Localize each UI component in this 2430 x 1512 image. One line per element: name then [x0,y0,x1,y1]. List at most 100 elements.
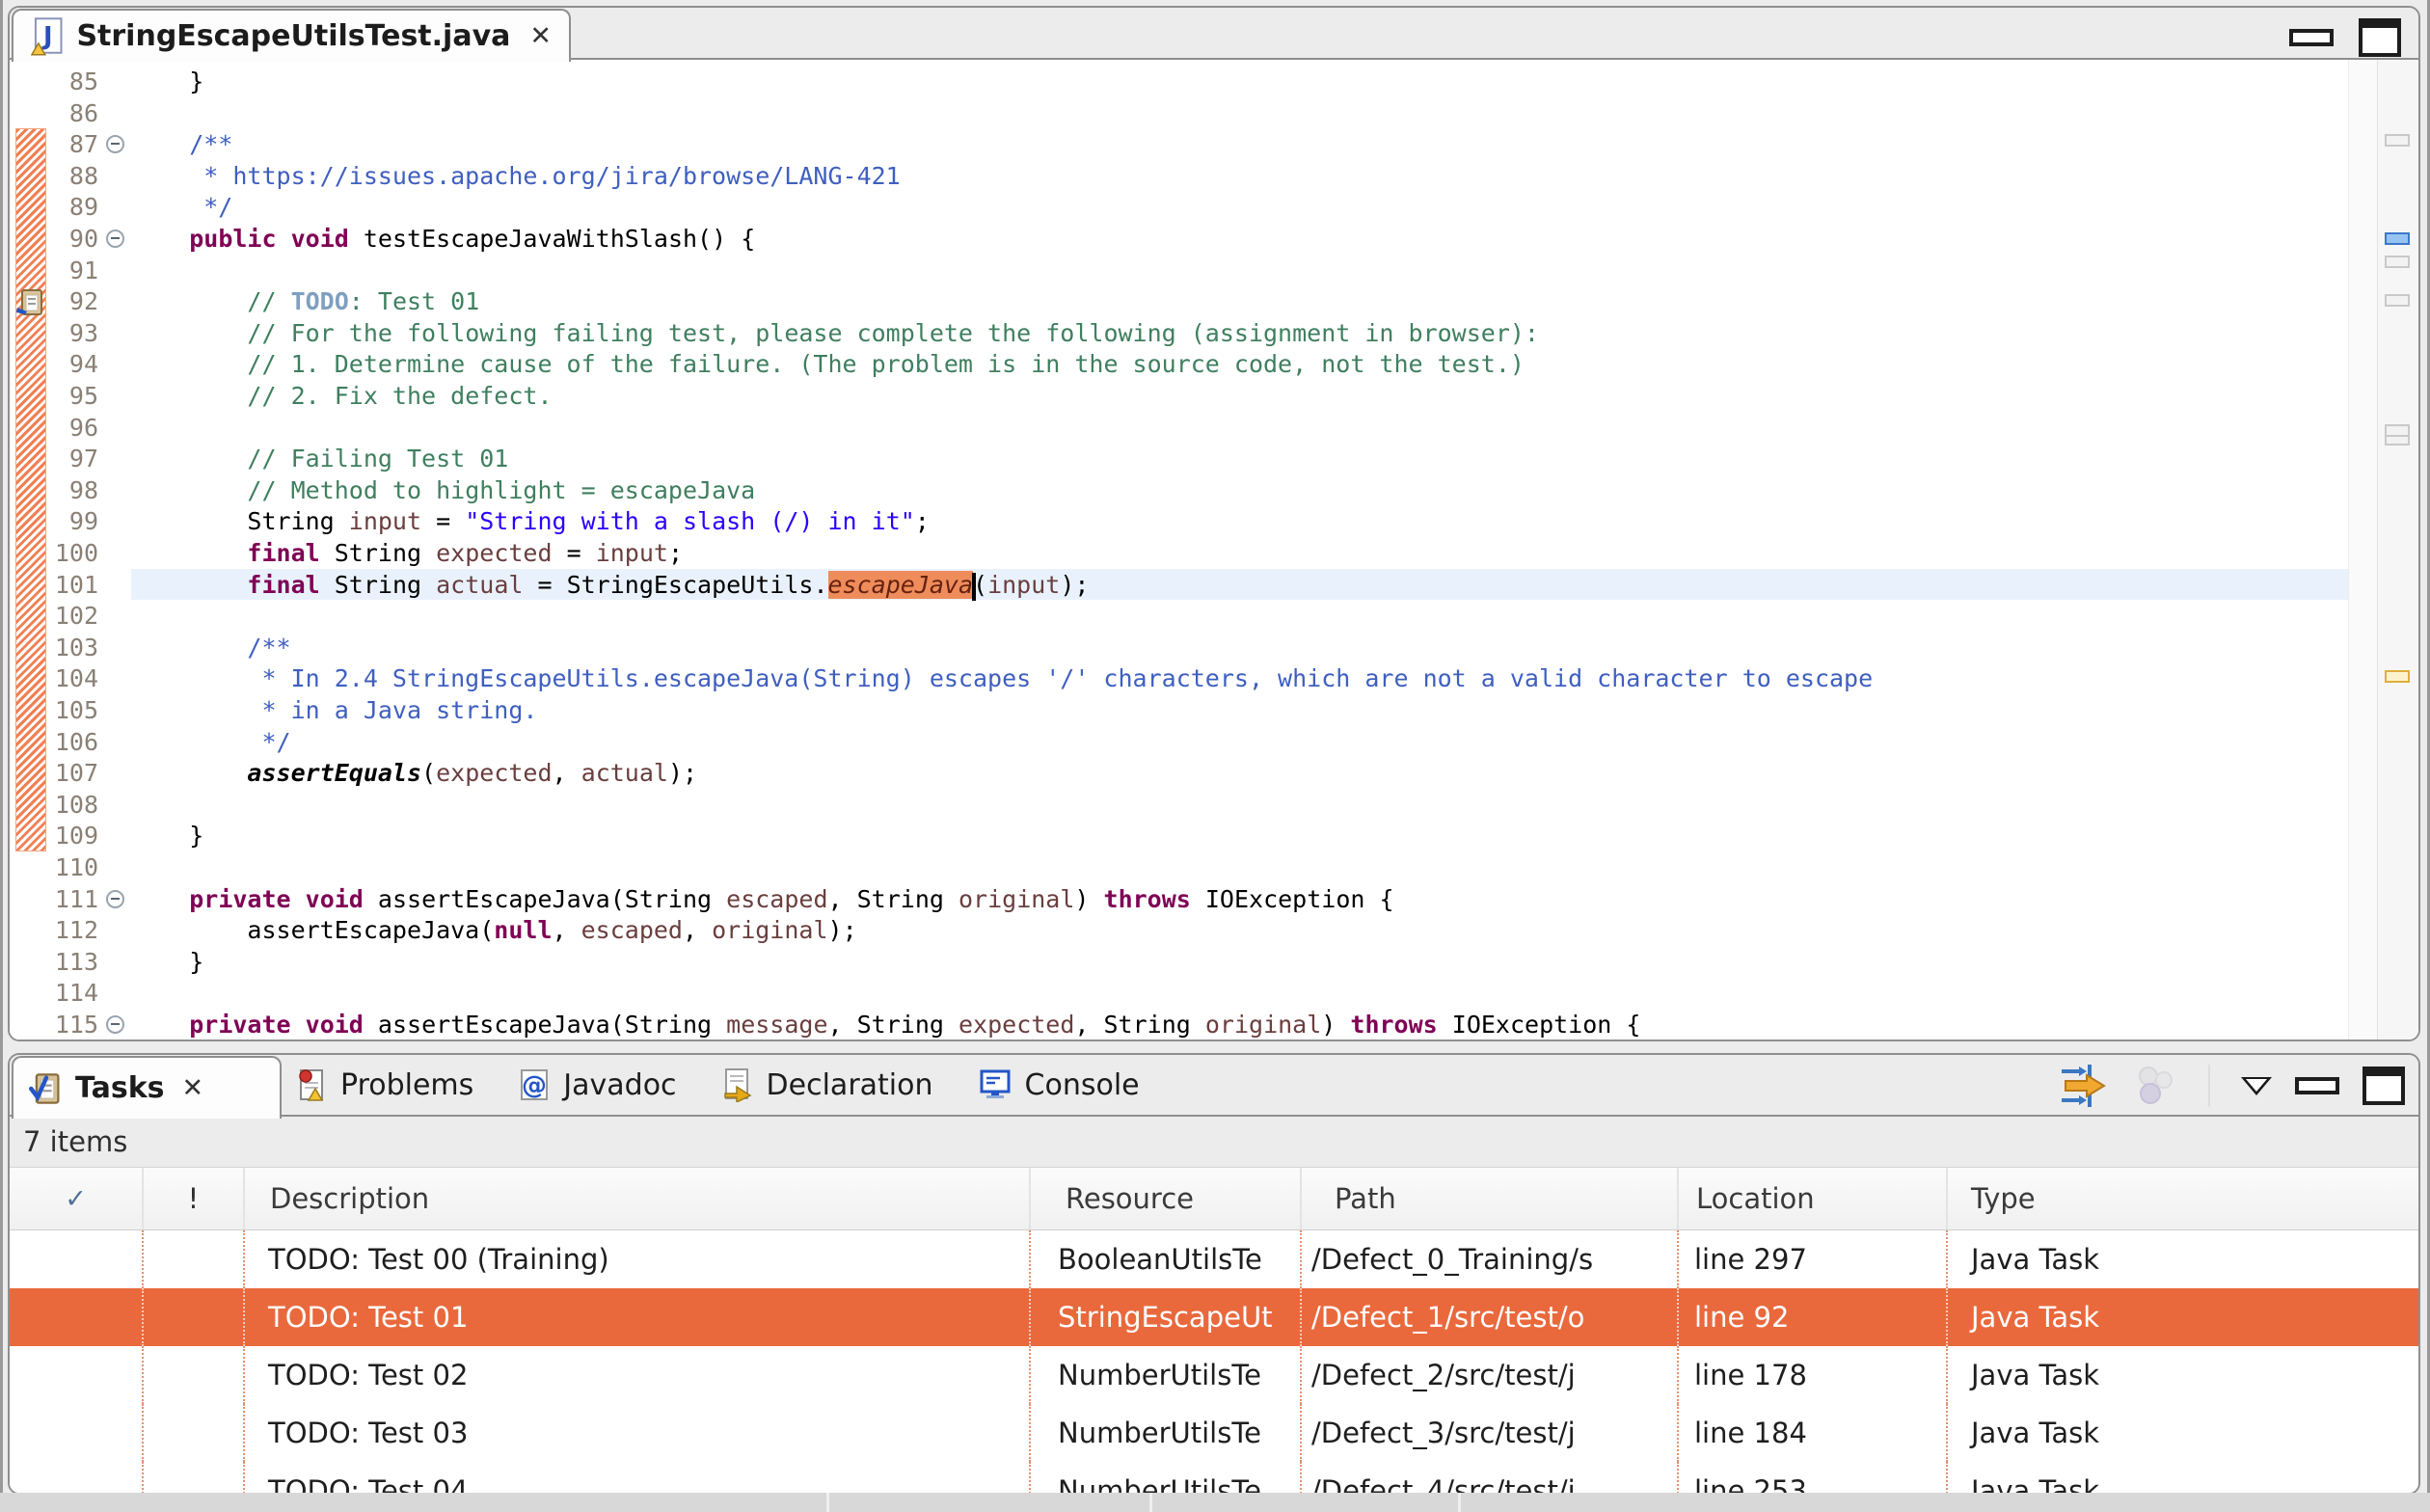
task-cell-loc[interactable]: line 253 [1677,1462,1946,1493]
task-row[interactable]: TODO: Test 04 NumberUtilsTe/Defect_4/src/… [10,1462,2418,1493]
code-line-95[interactable]: // 2. Fix the defect. [131,380,2349,412]
tab-tasks-close-icon[interactable]: ✕ [182,1073,204,1103]
task-cell-desc[interactable]: TODO: Test 01 [243,1288,1029,1346]
code-line-112[interactable]: assertEscapeJava(null, escaped, original… [131,914,2349,946]
code-line-111[interactable]: private void assertEscapeJava(String esc… [131,883,2349,915]
task-cell-path[interactable]: /Defect_3/src/test/j [1300,1404,1677,1462]
code-line-100[interactable]: final String expected = input; [131,537,2349,569]
code-line-110[interactable] [131,851,2349,883]
task-cell-bang[interactable] [142,1288,243,1346]
code-line-113[interactable]: } [131,946,2349,978]
code-line-104[interactable]: * In 2.4 StringEscapeUtils.escapeJava(St… [131,662,2349,694]
task-cell-type[interactable]: Java Task [1946,1462,2418,1493]
code-line-114[interactable] [131,977,2349,1009]
code-line-108[interactable] [131,789,2349,821]
task-cell-res[interactable]: NumberUtilsTe [1029,1346,1300,1404]
code-line-109[interactable]: } [131,820,2349,851]
tab-tasks[interactable]: Tasks ✕ [12,1056,282,1119]
task-cell-path[interactable]: /Defect_1/src/test/o [1300,1288,1677,1346]
code-line-89[interactable]: */ [131,191,2349,223]
header-location[interactable]: Location [1677,1168,1946,1229]
task-cell-desc[interactable]: TODO: Test 03 [243,1404,1029,1462]
task-cell-path[interactable]: /Defect_2/src/test/j [1300,1346,1677,1404]
editor-minimize-button[interactable] [2289,29,2334,46]
code-line-107[interactable]: assertEquals(expected, actual); [131,757,2349,789]
focus-on-task-icon[interactable] [2060,1064,2110,1108]
tab-problems[interactable]: Problems [295,1067,473,1102]
code-line-106[interactable]: */ [131,726,2349,758]
task-cell-type[interactable]: Java Task [1946,1404,2418,1462]
code-line-87[interactable]: /** [131,128,2349,160]
task-cell-check[interactable] [10,1404,142,1462]
code-line-98[interactable]: // Method to highlight = escapeJava [131,474,2349,506]
task-cell-loc[interactable]: line 178 [1677,1346,1946,1404]
code-line-115[interactable]: private void assertEscapeJava(String mes… [131,1009,2349,1040]
overview-marker-gray[interactable] [2385,256,2410,268]
task-cell-check[interactable] [10,1230,142,1288]
task-cell-check[interactable] [10,1462,142,1493]
task-cell-type[interactable]: Java Task [1946,1230,2418,1288]
code-line-102[interactable] [131,600,2349,632]
task-cell-desc[interactable]: TODO: Test 02 [243,1346,1029,1404]
filters-icon[interactable] [2133,1065,2177,1107]
code-line-103[interactable]: /** [131,632,2349,663]
task-row[interactable]: TODO: Test 02 NumberUtilsTe/Defect_2/src/… [10,1346,2418,1404]
overview-marker-blue[interactable] [2385,232,2410,245]
task-cell-bang[interactable] [142,1346,243,1404]
task-cell-check[interactable] [10,1346,142,1404]
editor-tab-stringescapeutilstest[interactable]: J StringEscapeUtilsTest.java ✕ [12,9,571,62]
task-row[interactable]: TODO: Test 01 StringEscapeUt/Defect_1/src… [10,1288,2418,1346]
task-row[interactable]: TODO: Test 03 NumberUtilsTe/Defect_3/src/… [10,1404,2418,1462]
tab-javadoc[interactable]: @ Javadoc [518,1067,677,1102]
tab-declaration[interactable]: Declaration [721,1067,933,1102]
task-cell-path[interactable]: /Defect_4/src/test/j [1300,1462,1677,1493]
overview-marker-gray-double[interactable] [2385,424,2410,446]
tasks-maximize-button[interactable] [2362,1066,2405,1105]
code-line-90[interactable]: public void testEscapeJavaWithSlash() { [131,223,2349,255]
code-line-94[interactable]: // 1. Determine cause of the failure. (T… [131,348,2349,380]
tab-console[interactable]: Console [978,1068,1140,1102]
code-line-85[interactable]: } [131,66,2349,97]
header-completion[interactable]: ✓ [10,1168,142,1229]
task-cell-check[interactable] [10,1288,142,1346]
task-cell-res[interactable]: StringEscapeUt [1029,1288,1300,1346]
task-row[interactable]: TODO: Test 00 (Training) BooleanUtilsTe/D… [10,1230,2418,1288]
overview-marker-yellow[interactable] [2385,670,2410,683]
code-line-86[interactable] [131,97,2349,129]
overview-marker-gray[interactable] [2385,294,2410,307]
overview-ruler[interactable] [2377,60,2418,1040]
task-cell-loc[interactable]: line 184 [1677,1404,1946,1462]
header-type[interactable]: Type [1946,1168,2418,1229]
editor-maximize-button[interactable] [2359,18,2401,57]
task-cell-desc[interactable]: TODO: Test 00 (Training) [243,1230,1029,1288]
header-path[interactable]: Path [1300,1168,1677,1229]
header-description[interactable]: Description [243,1168,1029,1229]
task-cell-bang[interactable] [142,1404,243,1462]
task-cell-bang[interactable] [142,1230,243,1288]
overview-marker-gray[interactable] [2385,134,2410,147]
header-resource[interactable]: Resource [1029,1168,1300,1229]
tasks-minimize-button[interactable] [2295,1077,2339,1094]
task-cell-path[interactable]: /Defect_0_Training/s [1300,1230,1677,1288]
view-menu-icon[interactable] [2241,1076,2272,1095]
task-cell-res[interactable]: NumberUtilsTe [1029,1462,1300,1493]
task-cell-bang[interactable] [142,1462,243,1493]
code-line-91[interactable] [131,255,2349,286]
code-line-105[interactable]: * in a Java string. [131,694,2349,726]
code-line-101[interactable]: final String actual = StringEscapeUtils.… [131,569,2349,601]
task-cell-res[interactable]: NumberUtilsTe [1029,1404,1300,1462]
task-cell-loc[interactable]: line 92 [1677,1288,1946,1346]
code-line-92[interactable]: // TODO: Test 01 [131,285,2349,317]
code-text-area[interactable]: } /** * https://issues.apache.org/jira/b… [10,60,2349,1040]
task-cell-loc[interactable]: line 297 [1677,1230,1946,1288]
code-line-99[interactable]: String input = "String with a slash (/) … [131,505,2349,537]
code-line-96[interactable] [131,412,2349,444]
task-cell-type[interactable]: Java Task [1946,1288,2418,1346]
task-cell-res[interactable]: BooleanUtilsTe [1029,1230,1300,1288]
code-line-93[interactable]: // For the following failing test, pleas… [131,317,2349,349]
task-cell-type[interactable]: Java Task [1946,1346,2418,1404]
code-line-88[interactable]: * https://issues.apache.org/jira/browse/… [131,160,2349,192]
task-cell-desc[interactable]: TODO: Test 04 [243,1462,1029,1493]
editor-tab-close-icon[interactable]: ✕ [529,21,552,51]
editor-vertical-scrollbar[interactable] [2348,60,2378,1040]
